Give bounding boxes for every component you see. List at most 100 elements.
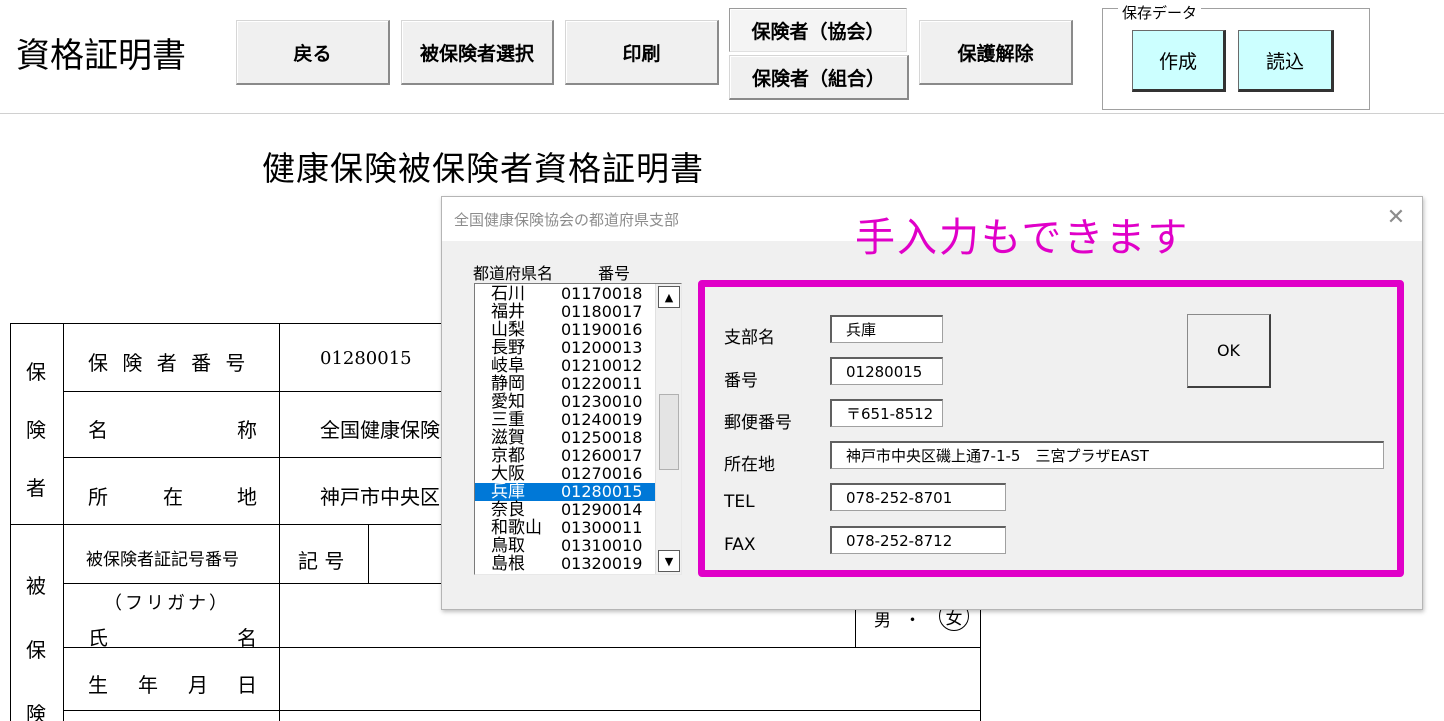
- prefecture-list-item[interactable]: 長野 01200013: [475, 338, 655, 358]
- scroll-down-arrow-icon[interactable]: ▼: [658, 550, 680, 572]
- table-line: [63, 710, 981, 711]
- prefecture-list-item[interactable]: 福井 01180017: [475, 302, 655, 322]
- prefecture-name: 島根: [491, 554, 525, 574]
- prefecture-list-item[interactable]: 石川 01170018: [475, 284, 655, 304]
- branch-name-field[interactable]: 兵庫: [830, 315, 943, 343]
- prefecture-list-item[interactable]: 山梨 01190016: [475, 320, 655, 340]
- prefecture-number: 01180017: [561, 302, 643, 321]
- prefecture-name: 岐阜: [491, 356, 525, 376]
- insurer-kumiai-button[interactable]: 保険者（組合）: [729, 55, 909, 100]
- address-label: 地: [237, 485, 257, 509]
- fax-field[interactable]: 078-252-8712: [830, 526, 1006, 554]
- number-label: 番号: [724, 371, 758, 391]
- load-button[interactable]: 読込: [1238, 30, 1334, 92]
- prefecture-name: 石川: [491, 284, 525, 304]
- prefecture-number: 01220011: [561, 374, 643, 393]
- unprotect-button[interactable]: 保護解除: [919, 20, 1073, 85]
- prefecture-name: 静岡: [491, 374, 525, 394]
- prefecture-number: 01230010: [561, 392, 643, 411]
- prefecture-list-item[interactable]: 岐阜 01210012: [475, 356, 655, 376]
- manual-entry-highlight: [698, 280, 1404, 577]
- tel-field[interactable]: 078-252-8701: [830, 483, 1006, 511]
- symbol-label: 記 号: [298, 549, 345, 573]
- prefecture-list-item[interactable]: 奈良 01290014: [475, 500, 655, 520]
- table-line: [10, 323, 11, 721]
- prefecture-number: 01190016: [561, 320, 643, 339]
- prefecture-list-item[interactable]: 愛知 01230010: [475, 392, 655, 412]
- insurer-kyokai-button[interactable]: 保険者（協会）: [729, 8, 907, 52]
- name-label: 称: [237, 418, 257, 442]
- person-name-label: 名: [237, 626, 257, 650]
- prefecture-name: 鳥取: [491, 536, 525, 556]
- prefecture-list: 石川 01170018 福井 01180017 山梨 01190016 長野 01200013…: [475, 285, 655, 573]
- prefecture-number: 01170018: [561, 284, 643, 303]
- print-button[interactable]: 印刷: [565, 20, 719, 85]
- prefecture-list-item[interactable]: 静岡 01220011: [475, 374, 655, 394]
- prefecture-number: 01240019: [561, 410, 643, 429]
- insured-section-char: 保: [26, 638, 46, 662]
- prefecture-name: 京都: [491, 446, 525, 466]
- prefecture-name: 兵庫: [491, 482, 525, 502]
- manual-input-annotation: 手入力もできます: [855, 215, 1190, 261]
- prefecture-number: 01300011: [561, 518, 643, 537]
- prefecture-listbox[interactable]: 石川 01170018 福井 01180017 山梨 01190016 長野 01200013…: [474, 283, 682, 575]
- prefecture-number: 01310010: [561, 536, 643, 555]
- prefecture-list-item[interactable]: 和歌山 01300011: [475, 518, 655, 538]
- insurer-section-char: 者: [26, 476, 46, 500]
- postal-code-field[interactable]: 〒651-8512: [830, 399, 943, 427]
- table-line: [63, 647, 981, 648]
- dialog-title: 全国健康保険協会の都道府県支部: [454, 211, 680, 229]
- table-line: [63, 391, 442, 392]
- prefecture-list-item[interactable]: 三重 01240019: [475, 410, 655, 430]
- insurer-section-char: 険: [26, 418, 46, 442]
- prefecture-number: 01250018: [561, 428, 643, 447]
- prefecture-number: 01320019: [561, 554, 643, 573]
- prefecture-number: 01210012: [561, 356, 643, 375]
- prefecture-list-item[interactable]: 島根 01320019: [475, 554, 655, 574]
- branch-name-label: 支部名: [724, 328, 775, 348]
- address-field[interactable]: 神戸市中央区磯上通7-1-5 三宮プラザEAST: [830, 441, 1384, 469]
- close-icon[interactable]: ✕: [1384, 205, 1408, 230]
- prefecture-list-item[interactable]: 京都 01260017: [475, 446, 655, 466]
- scroll-up-arrow-icon[interactable]: ▲: [658, 286, 680, 308]
- prefecture-name: 愛知: [491, 392, 525, 412]
- name-value: 全国健康保険: [320, 418, 440, 442]
- toolbar-divider: [0, 113, 1444, 114]
- address-label: 所: [88, 485, 108, 509]
- prefecture-list-item[interactable]: 鳥取 01310010: [475, 536, 655, 556]
- postal-code-label: 郵便番号: [724, 413, 792, 433]
- ok-button[interactable]: OK: [1187, 314, 1271, 388]
- address-label: 在: [163, 485, 183, 509]
- list-header-name: 都道府県名: [473, 264, 554, 283]
- list-header-number: 番号: [598, 264, 631, 283]
- prefecture-name: 長野: [491, 338, 525, 358]
- address-label: 所在地: [724, 455, 775, 475]
- prefecture-list-item[interactable]: 滋賀 01250018: [475, 428, 655, 448]
- insurer-number-label: 保 険 者 番 号: [88, 351, 250, 375]
- prefecture-number: 01290014: [561, 500, 643, 519]
- insurer-section-char: 保: [26, 360, 46, 384]
- insurer-number-value: 01280015: [320, 348, 412, 369]
- prefecture-number: 01280015: [561, 482, 643, 501]
- table-line: [980, 610, 981, 721]
- table-line: [279, 323, 280, 721]
- select-insured-button[interactable]: 被保険者選択: [401, 20, 554, 85]
- prefecture-name: 三重: [491, 410, 525, 430]
- table-line: [63, 323, 64, 721]
- address-value: 神戸市中央区: [320, 485, 440, 509]
- create-button[interactable]: 作成: [1132, 30, 1226, 92]
- scroll-thumb[interactable]: [659, 394, 679, 470]
- list-scrollbar[interactable]: ▲ ▼: [655, 284, 681, 574]
- prefecture-list-item[interactable]: 大阪 01270016: [475, 465, 655, 484]
- saved-data-group-label: 保存データ: [1118, 2, 1202, 23]
- card-number-label: 被保険者証記号番号: [86, 550, 239, 570]
- birth-label: 年: [138, 673, 158, 697]
- back-button[interactable]: 戻る: [236, 20, 390, 85]
- table-line: [10, 524, 442, 525]
- table-line: [63, 457, 442, 458]
- prefecture-name: 奈良: [491, 500, 525, 520]
- table-line: [10, 323, 442, 324]
- prefecture-list-item[interactable]: 兵庫 01280015: [475, 483, 655, 501]
- number-field[interactable]: 01280015: [830, 357, 943, 385]
- birth-label: 日: [237, 673, 257, 697]
